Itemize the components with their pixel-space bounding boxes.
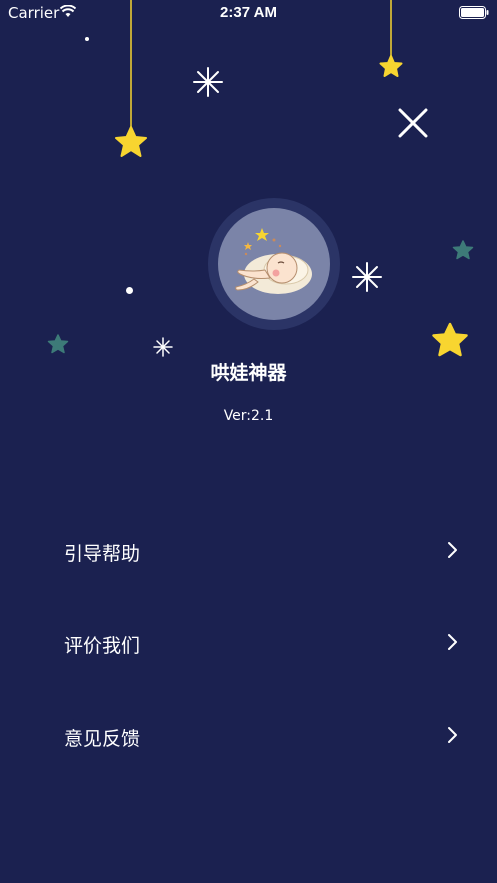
close-icon: [398, 108, 428, 138]
menu-item-feedback[interactable]: 意见反馈: [0, 705, 497, 765]
hanging-star-right: [379, 0, 403, 77]
chevron-right-icon: [448, 727, 457, 743]
sparkle-small: [153, 337, 173, 357]
status-time: 2:37 AM: [220, 4, 277, 21]
star-teal-right: [452, 240, 474, 260]
menu-item-label: 引导帮助: [64, 543, 141, 565]
chevron-right-icon: [448, 634, 457, 650]
star-teal-left: [47, 334, 69, 354]
app-version: Ver:2.1: [223, 408, 274, 424]
sparkle-right: [352, 262, 382, 292]
app-logo: [208, 198, 340, 330]
sparkle-top: [193, 67, 223, 97]
sleeping-baby-image: [218, 208, 330, 320]
hanging-star-left: [115, 0, 147, 157]
menu-item-rate-us[interactable]: 评价我们: [0, 612, 497, 672]
menu-item-label: 评价我们: [64, 635, 141, 657]
menu-item-guide-help[interactable]: 引导帮助: [0, 520, 497, 580]
dot-top: [85, 37, 89, 41]
star-yellow-right: [432, 322, 468, 357]
app-title: 哄娃神器: [210, 362, 287, 384]
menu-item-label: 意见反馈: [64, 728, 141, 750]
status-bar: Carrier 2:37 AM: [0, 0, 497, 26]
chevron-right-icon: [448, 542, 457, 558]
battery-icon: [459, 6, 489, 19]
dot-left: [126, 287, 133, 294]
close-button[interactable]: [393, 103, 433, 143]
